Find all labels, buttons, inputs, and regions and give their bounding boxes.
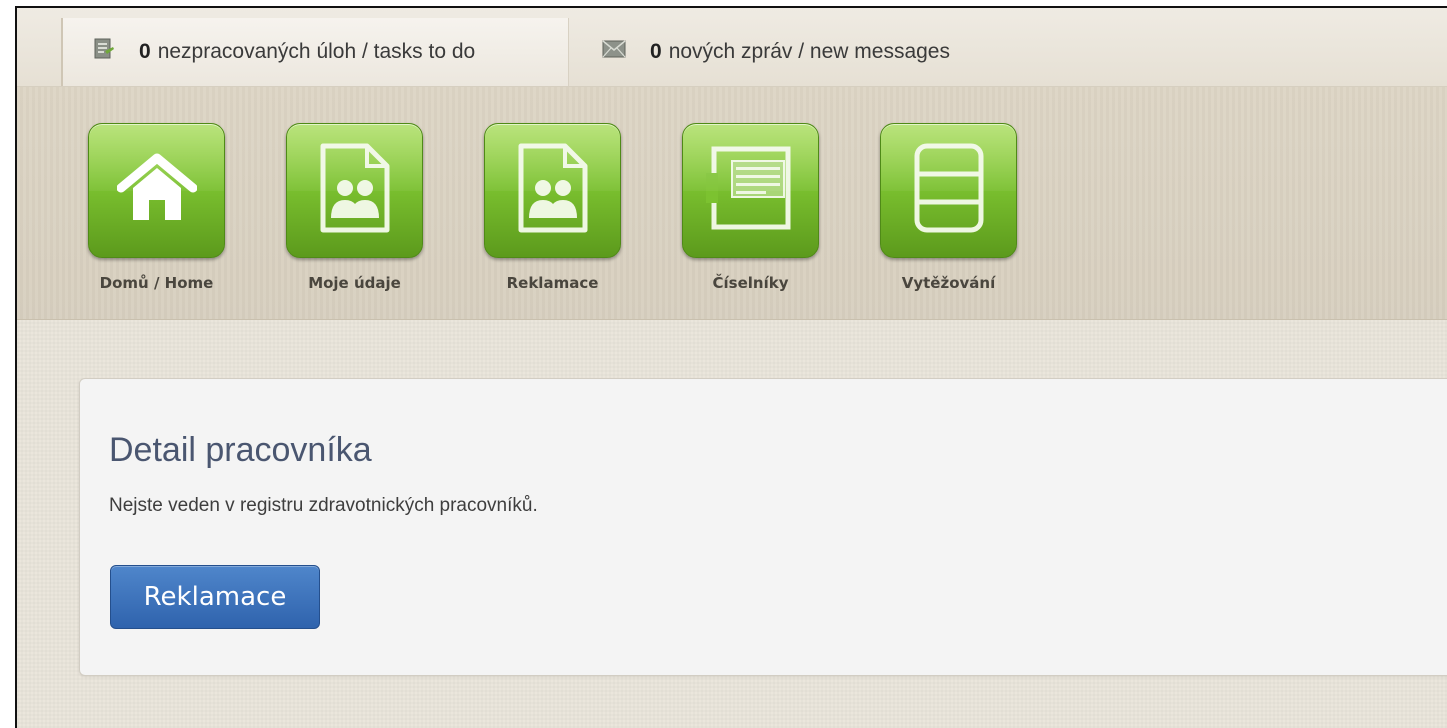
content-area: Detail pracovníka Nejste veden v registr… [17,320,1447,728]
menu-item-label: Číselníky [712,274,789,292]
tasks-notification[interactable]: 0 nezpracovaných úloh / tasks to do [61,18,569,86]
home-icon [116,152,197,229]
menu-tile[interactable] [880,123,1017,258]
tasks-count: 0 [139,40,151,63]
menu-tile[interactable] [484,123,621,258]
codelist-icon [705,143,796,238]
menu-item-codelists[interactable]: Číselníky [682,123,819,292]
envelope-icon [602,39,626,65]
messages-text: nových zpráv / new messages [668,40,950,63]
tasks-text: nezpracovaných úloh / tasks to do [157,40,476,63]
tasks-document-icon [93,38,115,66]
messages-notification[interactable]: 0 nových zpráv / new messages [572,18,1092,86]
menu-item-label: Domů / Home [99,274,214,292]
menu-tile[interactable] [682,123,819,258]
menu-item-extraction[interactable]: Vytěžování [880,123,1017,292]
info-message: Nejste veden v registru zdravotnických p… [109,495,538,516]
menu-tile[interactable] [88,123,225,258]
app-window: 0 nezpracovaných úloh / tasks to do 0 no… [15,6,1447,728]
page-title: Detail pracovníka [109,431,372,469]
menu-item-label: Vytěžování [901,274,996,292]
main-menu: Domů / Home Moje údaje Reklamace Číselní… [17,87,1447,320]
stack-icon [913,142,985,239]
menu-item-label: Moje údaje [308,274,401,292]
complaint-button[interactable]: Reklamace [110,565,320,629]
menu-tile[interactable] [286,123,423,258]
user-document-icon [317,142,393,239]
menu-item-home[interactable]: Domů / Home [88,123,225,292]
menu-item-complaints[interactable]: Reklamace [484,123,621,292]
menu-item-my-data[interactable]: Moje údaje [286,123,423,292]
messages-count: 0 [650,40,662,63]
menu-item-label: Reklamace [506,274,599,292]
user-document-icon [515,142,591,239]
notification-bar: 0 nezpracovaných úloh / tasks to do 0 no… [17,8,1447,87]
detail-panel: Detail pracovníka Nejste veden v registr… [79,378,1447,676]
